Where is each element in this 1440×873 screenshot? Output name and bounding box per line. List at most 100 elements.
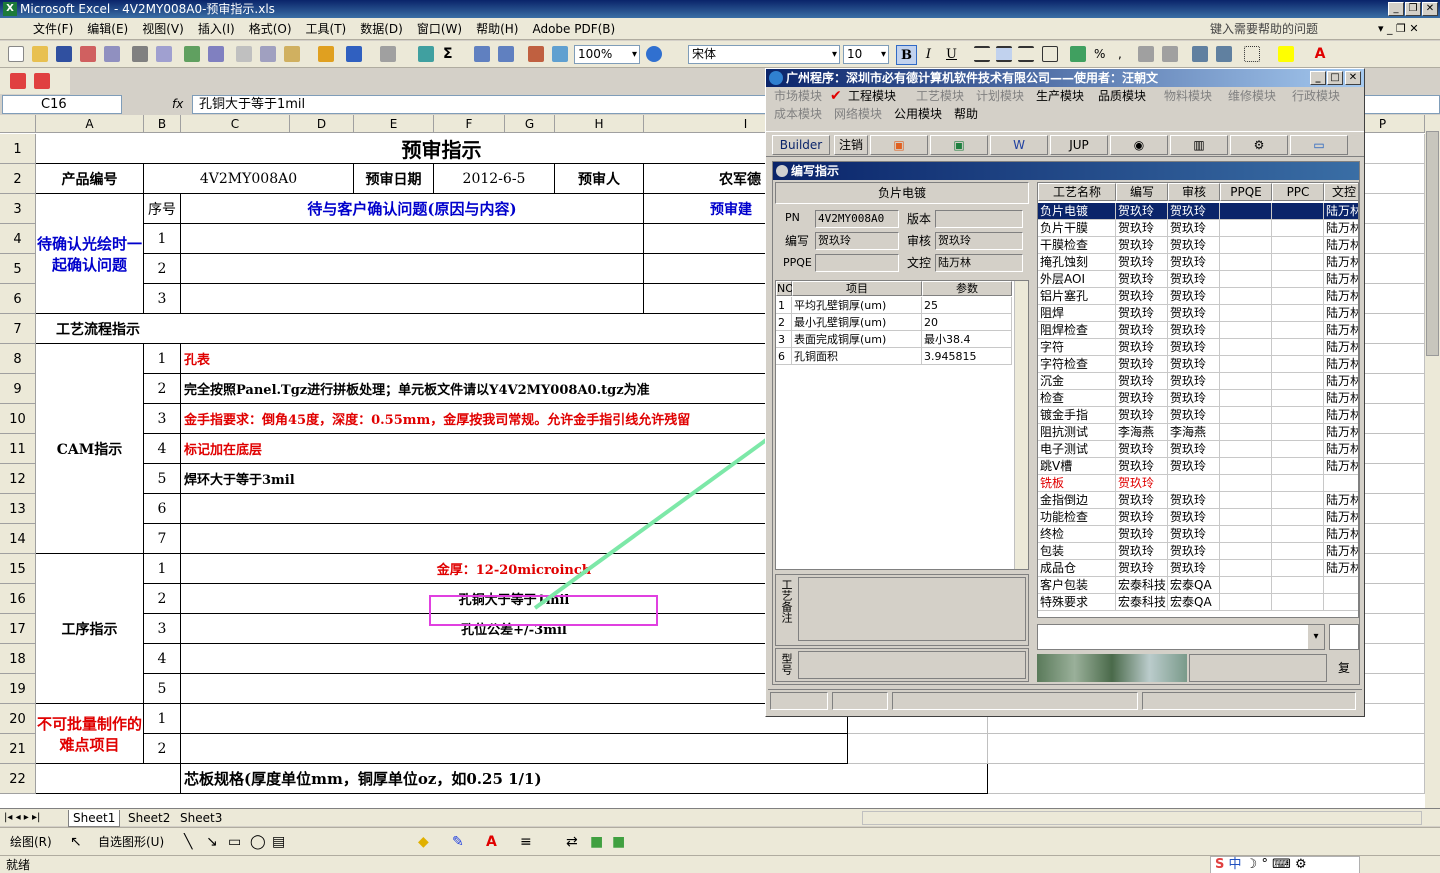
logout-button[interactable]: 注销: [834, 135, 868, 155]
writer-field[interactable]: 贺玖玲: [815, 232, 899, 250]
tab-nav-arrows[interactable]: |◂ ◂ ▸ ▸|: [4, 810, 40, 826]
param-cell[interactable]: 20: [922, 314, 1012, 331]
process-cell[interactable]: 包装: [1038, 543, 1116, 560]
process-cell[interactable]: [1272, 543, 1324, 560]
erp-menu-item[interactable]: 网络模块: [834, 106, 882, 122]
process-cell[interactable]: 贺玖玲: [1168, 288, 1220, 305]
line-style-icon[interactable]: ≡: [520, 828, 532, 856]
process-row[interactable]: 负片电镀 贺玖玲 贺玖玲 陆万林: [1038, 203, 1358, 220]
process-cell[interactable]: [1272, 220, 1324, 237]
process-cell[interactable]: 陆万林: [1324, 356, 1358, 373]
process-cell[interactable]: [1220, 441, 1272, 458]
process-cell[interactable]: 陆万林: [1324, 237, 1358, 254]
process-cell[interactable]: 贺玖玲: [1168, 526, 1220, 543]
process-cell[interactable]: 贺玖玲: [1168, 322, 1220, 339]
process-row[interactable]: 成品仓 贺玖玲 贺玖玲 陆万林: [1038, 560, 1358, 577]
process-cell[interactable]: 陆万林: [1324, 441, 1358, 458]
word-icon[interactable]: W: [990, 135, 1048, 155]
erp-menu-item[interactable]: 帮助: [954, 106, 978, 122]
tools-icon[interactable]: ⚙: [1230, 135, 1288, 155]
process-cell[interactable]: 李海燕: [1168, 424, 1220, 441]
process-cell[interactable]: [1220, 339, 1272, 356]
process-cell[interactable]: 陆万林: [1324, 407, 1358, 424]
process-cell[interactable]: 负片电镀: [1038, 203, 1116, 220]
process-cell[interactable]: [1272, 577, 1324, 594]
process-cell[interactable]: 贺玖玲: [1116, 458, 1168, 475]
process-row[interactable]: 功能检查 贺玖玲 贺玖玲 陆万林: [1038, 509, 1358, 526]
erp-menu-item[interactable]: 计划模块: [976, 88, 1024, 104]
draw-menu[interactable]: 绘图(R): [10, 828, 52, 856]
textbox-icon[interactable]: ▤: [272, 828, 285, 856]
process-cell[interactable]: 贺玖玲: [1116, 441, 1168, 458]
process-row[interactable]: 字符检查 贺玖玲 贺玖玲 陆万林: [1038, 356, 1358, 373]
horizontal-scrollbar[interactable]: [862, 811, 1422, 825]
process-cell[interactable]: 陆万林: [1324, 339, 1358, 356]
process-cell[interactable]: 贺玖玲: [1168, 203, 1220, 220]
process-cell[interactable]: 金指倒边: [1038, 492, 1116, 509]
process-row[interactable]: 终检 贺玖玲 贺玖玲 陆万林: [1038, 526, 1358, 543]
process-cell[interactable]: 贺玖玲: [1168, 271, 1220, 288]
process-cell[interactable]: [1220, 237, 1272, 254]
process-cell[interactable]: 陆万林: [1324, 220, 1358, 237]
erp-close-button[interactable]: ✕: [1345, 71, 1361, 85]
process-row[interactable]: 特殊要求 宏泰科技 宏泰QA: [1038, 594, 1358, 611]
process-cell[interactable]: [1220, 271, 1272, 288]
process-combo[interactable]: ▾: [1037, 624, 1325, 650]
oval-icon[interactable]: ◯: [250, 828, 266, 856]
tab-sheet3[interactable]: Sheet3: [176, 810, 226, 826]
archive-icon[interactable]: ▥: [1170, 135, 1228, 155]
process-cell[interactable]: 陆万林: [1324, 390, 1358, 407]
process-cell[interactable]: [1220, 458, 1272, 475]
process-cell[interactable]: [1272, 424, 1324, 441]
process-cell[interactable]: [1220, 203, 1272, 220]
arrow-style-icon[interactable]: ⇄: [566, 828, 578, 856]
process-row[interactable]: 干膜检查 贺玖玲 贺玖玲 陆万林: [1038, 237, 1358, 254]
param-cell[interactable]: 最小孔壁铜厚(um): [792, 314, 922, 331]
ime-toolbar[interactable]: S 中 ☽ ° ⌨ ⚙: [1210, 856, 1360, 873]
remark-textarea[interactable]: [798, 577, 1026, 641]
process-cell[interactable]: [1272, 492, 1324, 509]
process-cell[interactable]: 陆万林: [1324, 560, 1358, 577]
process-row[interactable]: 阻焊 贺玖玲 贺玖玲 陆万林: [1038, 305, 1358, 322]
process-cell[interactable]: [1168, 475, 1220, 492]
process-cell[interactable]: [1272, 271, 1324, 288]
param-scrollbar[interactable]: [1014, 281, 1028, 569]
process-cell[interactable]: 字符: [1038, 339, 1116, 356]
process-cell[interactable]: 检查: [1038, 390, 1116, 407]
line-icon[interactable]: ╲: [184, 828, 192, 856]
process-cell[interactable]: 跳V槽: [1038, 458, 1116, 475]
process-cell[interactable]: 贺玖玲: [1168, 356, 1220, 373]
process-cell[interactable]: [1220, 424, 1272, 441]
process-row[interactable]: 阻焊检查 贺玖玲 贺玖玲 陆万林: [1038, 322, 1358, 339]
process-cell[interactable]: 贺玖玲: [1116, 322, 1168, 339]
process-cell[interactable]: 成品仓: [1038, 560, 1116, 577]
process-cell[interactable]: 贺玖玲: [1168, 560, 1220, 577]
process-cell[interactable]: [1220, 305, 1272, 322]
process-row[interactable]: 金指倒边 贺玖玲 贺玖玲 陆万林: [1038, 492, 1358, 509]
process-cell[interactable]: 贺玖玲: [1168, 509, 1220, 526]
param-cell[interactable]: 最小38.4: [922, 331, 1012, 348]
process-cell[interactable]: 贺玖玲: [1116, 492, 1168, 509]
process-cell[interactable]: 字符检查: [1038, 356, 1116, 373]
process-cell[interactable]: 贺玖玲: [1116, 305, 1168, 322]
process-cell[interactable]: 贺玖玲: [1116, 271, 1168, 288]
erp-menu-item[interactable]: 行政模块: [1292, 88, 1340, 104]
process-cell[interactable]: 陆万林: [1324, 509, 1358, 526]
process-cell[interactable]: 贺玖玲: [1168, 458, 1220, 475]
process-cell[interactable]: 贺玖玲: [1168, 441, 1220, 458]
process-cell[interactable]: 铝片塞孔: [1038, 288, 1116, 305]
erp-menu-item[interactable]: 成本模块: [774, 106, 822, 122]
process-cell[interactable]: [1220, 509, 1272, 526]
process-row[interactable]: 外层AOI 贺玖玲 贺玖玲 陆万林: [1038, 271, 1358, 288]
process-cell[interactable]: [1220, 220, 1272, 237]
process-cell[interactable]: [1220, 526, 1272, 543]
process-cell[interactable]: [1220, 492, 1272, 509]
tab-sheet2[interactable]: Sheet2: [124, 810, 174, 826]
process-cell[interactable]: [1272, 322, 1324, 339]
copy-button[interactable]: 复: [1329, 654, 1359, 682]
process-cell[interactable]: [1220, 577, 1272, 594]
process-cell[interactable]: [1272, 373, 1324, 390]
side-field[interactable]: [1329, 624, 1359, 650]
process-row[interactable]: 镀金手指 贺玖玲 贺玖玲 陆万林: [1038, 407, 1358, 424]
process-row[interactable]: 检查 贺玖玲 贺玖玲 陆万林: [1038, 390, 1358, 407]
